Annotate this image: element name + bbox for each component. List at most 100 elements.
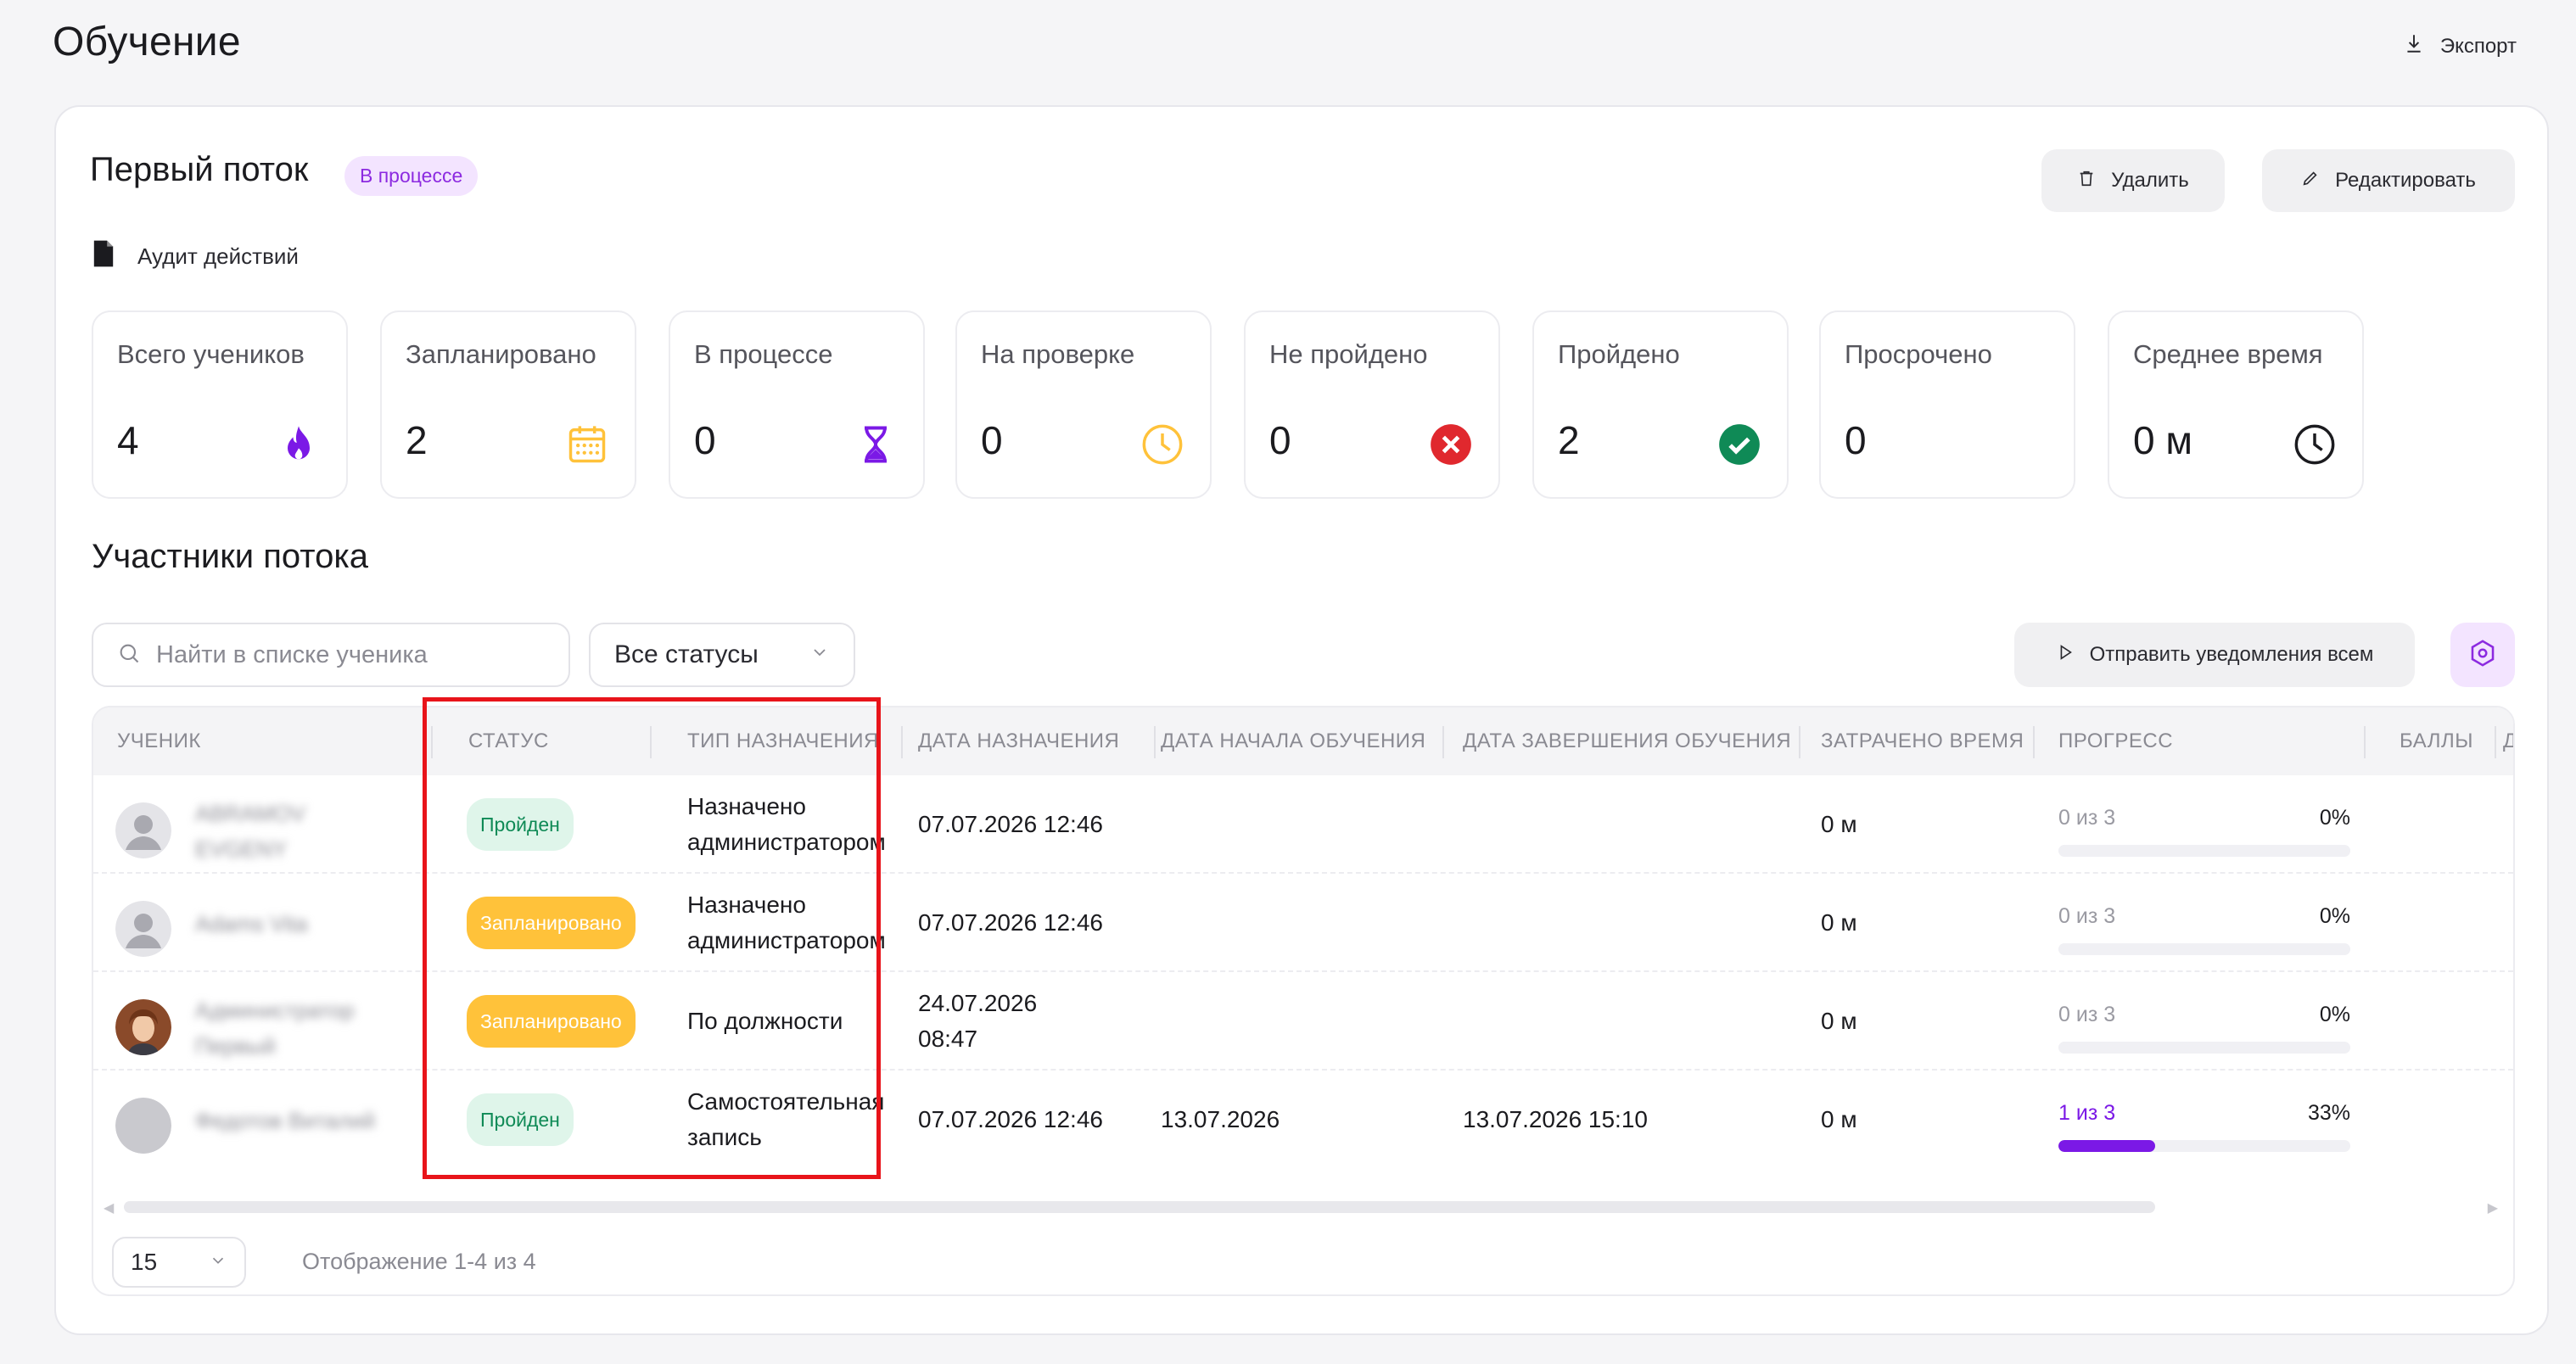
col-separator [650, 726, 652, 758]
col-separator [431, 726, 433, 758]
table-header: УЧЕНИК СТАТУС ТИП НАЗНАЧЕНИЯ ДАТА НАЗНАЧ… [93, 707, 2513, 775]
audit-label: Аудит действий [137, 243, 299, 269]
delete-button[interactable]: Удалить [2041, 149, 2225, 212]
col-header-end-date[interactable]: ДАТА ЗАВЕРШЕНИЯ ОБУЧЕНИЯ [1463, 707, 1791, 775]
progress-percent: 33% [2307, 1101, 2350, 1125]
time-spent-cell: 0 м [1821, 811, 1857, 837]
hourglass-icon [865, 426, 887, 463]
assign-type-cell: По должности [687, 1008, 843, 1034]
table-settings-button[interactable] [2450, 623, 2515, 687]
progress-cell: 0 из 3 0% [2058, 775, 2350, 874]
progress-bar [2058, 1042, 2350, 1054]
export-label: Экспорт [2439, 34, 2517, 58]
participants-title: Участники потока [92, 538, 368, 575]
assign-date-cell: 24.07.2026 08:47 [918, 990, 1038, 1052]
participants-table: УЧЕНИК СТАТУС ТИП НАЗНАЧЕНИЯ ДАТА НАЗНАЧ… [92, 706, 2515, 1296]
export-button[interactable]: Экспорт [2403, 32, 2517, 60]
pagination-info: Отображение 1-4 из 4 [302, 1249, 536, 1274]
clock-outline-icon [2294, 424, 2335, 465]
status-cell: Запланировано [467, 972, 636, 1071]
student-name: Федотов Виталий [195, 1108, 375, 1133]
table-row[interactable]: Adams Vita Запланировано Назначено админ… [93, 874, 2513, 972]
x-circle-icon [1431, 424, 1471, 465]
col-separator [901, 726, 903, 758]
stat-card-planned: Запланировано 2 [380, 310, 636, 499]
progress-cell: 1 из 3 33% [2058, 1071, 2350, 1169]
status-filter-select[interactable]: Все статусы [589, 623, 855, 687]
col-header-status[interactable]: СТАТУС [468, 707, 549, 775]
status-badge: Пройден [467, 798, 574, 851]
student-name: Adams Vita [195, 911, 308, 936]
time-spent-cell: 0 м [1821, 1106, 1857, 1132]
stat-card-total: Всего учеников 4 [92, 310, 348, 499]
stat-value: 4 [117, 418, 139, 462]
stat-value: 0 [1845, 418, 1867, 462]
assign-date-cell: 07.07.2026 12:46 [918, 1106, 1103, 1132]
per-page-select[interactable]: 15 [112, 1237, 246, 1288]
stat-card-failed: Не пройдено 0 [1244, 310, 1500, 499]
stat-card-overdue: Просрочено 0 [1819, 310, 2075, 499]
search-icon [117, 641, 141, 669]
status-badge: Запланировано [467, 897, 636, 949]
stat-card-passed: Пройдено 2 [1532, 310, 1789, 499]
stat-card-avg-time: Среднее время 0 м [2108, 310, 2364, 499]
status-badge: Запланировано [467, 995, 636, 1048]
assign-type-cell: Назначено администратором [687, 892, 886, 953]
progress-text: 1 из 3 [2058, 1101, 2116, 1125]
scroll-left-arrow[interactable]: ◀ [104, 1199, 114, 1216]
col-header-start-date[interactable]: ДАТА НАЧАЛА ОБУЧЕНИЯ [1161, 707, 1425, 775]
trash-icon [2077, 169, 2096, 193]
assign-date-cell: 07.07.2026 12:46 [918, 811, 1103, 837]
calendar-icon [568, 426, 606, 463]
stat-value: 0 [981, 418, 1003, 462]
notify-all-button[interactable]: Отправить уведомления всем [2014, 623, 2415, 687]
stat-label: Запланировано [406, 339, 596, 369]
search-input[interactable] [156, 640, 546, 669]
stat-value: 2 [1558, 418, 1580, 462]
search-field[interactable] [92, 623, 570, 687]
col-separator [2495, 726, 2496, 758]
col-header-next[interactable]: Д [2503, 707, 2513, 775]
stat-label: Не пройдено [1269, 339, 1428, 369]
delete-label: Удалить [2111, 169, 2189, 192]
avatar [115, 901, 171, 957]
col-header-assign-type[interactable]: ТИП НАЗНАЧЕНИЯ [687, 707, 879, 775]
table-row[interactable]: Федотов Виталий Пройден Самостоятельная … [93, 1071, 2513, 1169]
horizontal-scrollbar[interactable] [124, 1201, 2155, 1213]
fire-icon [288, 426, 310, 460]
time-spent-cell: 0 м [1821, 909, 1857, 936]
flow-card: Первый поток В процессе Удалить Редактир… [54, 105, 2549, 1335]
col-header-assign-date[interactable]: ДАТА НАЗНАЧЕНИЯ [918, 707, 1119, 775]
table-row[interactable]: Администратор Первый Запланировано По до… [93, 972, 2513, 1071]
col-header-student[interactable]: УЧЕНИК [117, 707, 201, 775]
progress-text: 0 из 3 [2058, 1003, 2116, 1026]
audit-link[interactable]: Аудит действий [92, 239, 299, 274]
avatar [115, 1098, 171, 1154]
check-circle-icon [1719, 424, 1760, 465]
progress-percent: 0% [2319, 904, 2350, 928]
pencil-icon [2301, 169, 2320, 193]
table-row[interactable]: ABRAMOV EVGENY Пройден Назначено админис… [93, 775, 2513, 874]
progress-bar [2058, 845, 2350, 857]
stat-value: 0 [1269, 418, 1291, 462]
student-name: ABRAMOV EVGENY [195, 801, 306, 862]
assign-type-cell: Назначено администратором [687, 793, 886, 855]
progress-percent: 0% [2319, 806, 2350, 830]
scroll-right-arrow[interactable]: ▶ [2488, 1199, 2498, 1216]
page-title: Обучение [53, 20, 241, 64]
status-filter-value: Все статусы [614, 640, 759, 668]
status-cell: Запланировано [467, 874, 636, 972]
edit-button[interactable]: Редактировать [2262, 149, 2515, 212]
stat-value: 0 м [2133, 418, 2192, 462]
assign-type-cell: Самостоятельная запись [687, 1088, 885, 1150]
avatar [115, 999, 171, 1055]
start-date-cell: 13.07.2026 [1161, 1106, 1280, 1132]
stat-label: Всего учеников [117, 339, 305, 369]
col-header-time-spent[interactable]: ЗАТРАЧЕНО ВРЕМЯ [1821, 707, 2024, 775]
progress-text: 0 из 3 [2058, 904, 2116, 928]
end-date-cell: 13.07.2026 15:10 [1463, 1106, 1648, 1132]
col-header-progress[interactable]: ПРОГРЕСС [2058, 707, 2173, 775]
col-header-score[interactable]: БАЛЛЫ [2400, 707, 2473, 775]
stat-label: Среднее время [2133, 339, 2323, 369]
progress-percent: 0% [2319, 1003, 2350, 1026]
